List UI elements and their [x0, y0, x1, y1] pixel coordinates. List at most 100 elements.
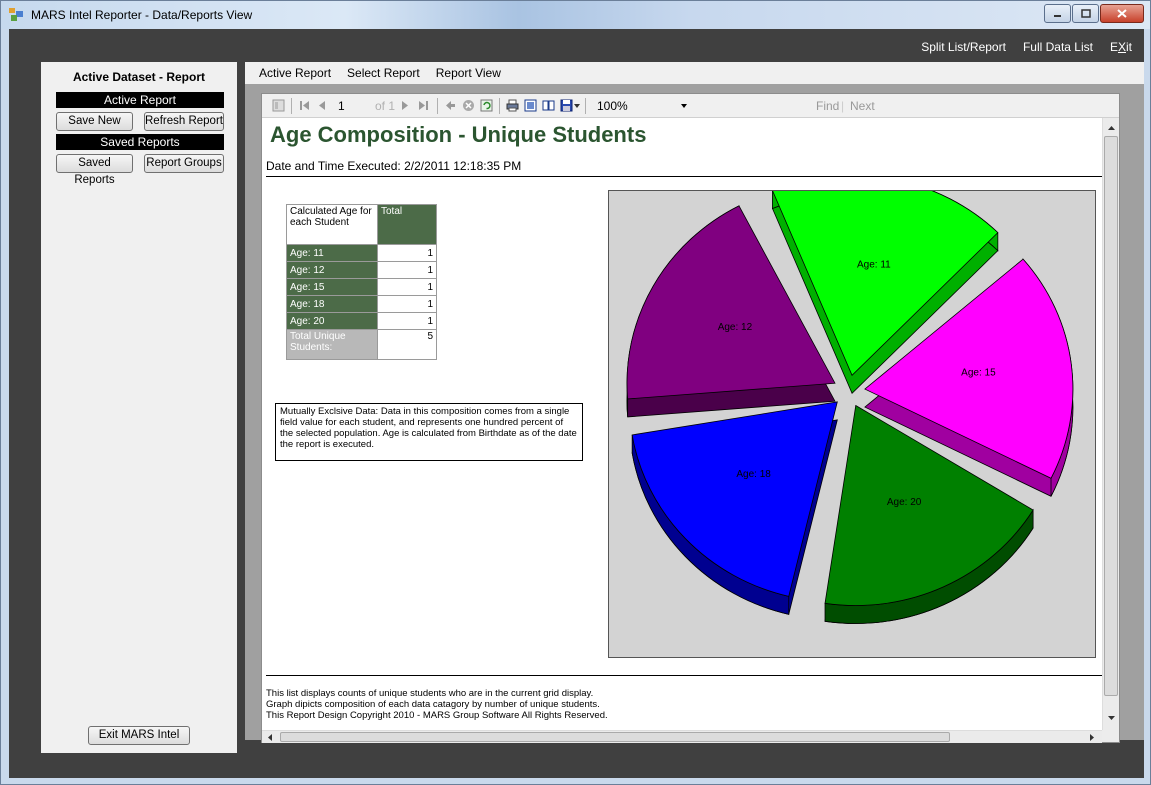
report-footer: This list displays counts of unique stud…	[266, 688, 608, 721]
pie-chart: Age: 11 Age: 15 Age: 20 Age: 18 Age: 12	[626, 174, 1074, 624]
footer-line: This Report Design Copyright 2010 - MARS…	[266, 710, 608, 721]
left-panel: Active Dataset - Report Active Report Sa…	[41, 62, 237, 753]
menu-split-list-report[interactable]: Split List/Report	[921, 40, 1006, 54]
refresh-icon[interactable]	[480, 99, 493, 112]
page-setup-icon[interactable]	[542, 99, 555, 112]
next-page-icon[interactable]	[399, 99, 412, 112]
exit-mars-intel-button[interactable]: Exit MARS Intel	[88, 726, 190, 745]
footer-line: This list displays counts of unique stud…	[266, 688, 594, 699]
zoom-value: 100%	[597, 99, 628, 113]
client-area: Split List/Report Full Data List EXit Ac…	[9, 29, 1144, 778]
pie-chart-area: Age: 11 Age: 15 Age: 20 Age: 18 Age: 12	[608, 174, 1096, 658]
table-row: Age: 18 1	[286, 295, 437, 313]
find-link[interactable]: Find	[816, 99, 839, 113]
row-value: 1	[377, 261, 437, 279]
minimize-button[interactable]	[1044, 4, 1071, 23]
previous-page-icon[interactable]	[315, 99, 328, 112]
find-next-link[interactable]: Next	[850, 99, 875, 113]
table-header-total: Total	[377, 204, 437, 245]
menu-report-view[interactable]: Report View	[436, 66, 501, 80]
maximize-icon	[1080, 9, 1091, 18]
toolbar-separator	[291, 98, 292, 114]
menu-select-report[interactable]: Select Report	[347, 66, 420, 80]
saved-reports-button[interactable]: Saved Reports	[56, 154, 133, 186]
pie-slice-label: Age: 15	[961, 368, 996, 379]
report-groups-button[interactable]: Report Groups	[144, 154, 224, 173]
scroll-left-icon[interactable]	[268, 734, 272, 741]
footer-line: Graph dipicts composition of each data c…	[266, 699, 600, 710]
vertical-scrollbar[interactable]	[1102, 118, 1119, 730]
toolbar-separator	[437, 98, 438, 114]
row-value: 1	[377, 244, 437, 262]
menu-full-data-list[interactable]: Full Data List	[1023, 40, 1093, 54]
pie-slice-label: Age: 18	[736, 469, 771, 480]
row-label: Age: 11	[286, 244, 378, 262]
stop-icon[interactable]	[462, 99, 475, 112]
toolbar-separator	[499, 98, 500, 114]
menu-exit-prefix: E	[1109, 40, 1118, 54]
row-value: 1	[377, 312, 437, 330]
scroll-right-icon[interactable]	[1090, 734, 1094, 741]
age-table: Calculated Age for each Student Total Ag…	[286, 204, 437, 360]
scroll-up-icon[interactable]	[1108, 126, 1115, 130]
row-label: Age: 20	[286, 312, 378, 330]
save-icon[interactable]	[560, 99, 573, 112]
pie-slice-label: Age: 11	[857, 259, 891, 270]
viewer-toolbar: 1 of 1 100% Find | Next	[262, 94, 1119, 118]
main-menu: Active Report Select Report Report View	[259, 66, 501, 80]
menu-exit-suffix: it	[1126, 40, 1132, 54]
menu-active-report[interactable]: Active Report	[259, 66, 331, 80]
toolbar-separator	[585, 98, 586, 114]
active-report-header: Active Report	[56, 92, 224, 108]
refresh-report-button[interactable]: Refresh Report	[144, 112, 224, 131]
app-icon	[9, 8, 23, 21]
maximize-button[interactable]	[1072, 4, 1099, 23]
row-label: Age: 15	[286, 278, 378, 296]
total-value: 5	[377, 329, 437, 360]
save-new-button[interactable]: Save New	[56, 112, 133, 131]
print-icon[interactable]	[506, 99, 519, 112]
zoom-dropdown-icon	[681, 104, 687, 108]
document-map-icon[interactable]	[272, 99, 285, 112]
horizontal-scrollbar[interactable]	[262, 730, 1102, 743]
close-button[interactable]	[1100, 4, 1144, 23]
total-label: Total Unique Students:	[286, 329, 378, 360]
table-header-row: Calculated Age for each Student Total	[286, 204, 437, 245]
menu-exit[interactable]: EXit	[1110, 40, 1132, 54]
find-separator: |	[841, 99, 845, 113]
menu-exit-mnemonic: X	[1117, 40, 1126, 54]
table-total-row: Total Unique Students: 5	[286, 329, 437, 360]
table-row: Age: 20 1	[286, 312, 437, 330]
title-bar[interactable]: MARS Intel Reporter - Data/Reports View	[1, 1, 1150, 29]
row-label: Age: 12	[286, 261, 378, 279]
zoom-select[interactable]: 100%	[593, 97, 693, 115]
pie-slice	[631, 401, 838, 597]
page-count: of 1	[375, 99, 396, 113]
save-dropdown-icon[interactable]	[574, 104, 580, 108]
last-page-icon[interactable]	[417, 99, 430, 112]
row-value: 1	[377, 278, 437, 296]
report-viewer-area: 1 of 1 100% Find | Next Age Composition …	[245, 84, 1144, 743]
vertical-scroll-thumb[interactable]	[1104, 136, 1118, 696]
header-divider	[266, 176, 1102, 177]
scroll-down-icon[interactable]	[1108, 716, 1115, 720]
report-page: Age Composition - Unique Students Date a…	[262, 118, 1102, 730]
print-layout-icon[interactable]	[524, 99, 537, 112]
page-number-input[interactable]: 1	[338, 99, 345, 113]
report-viewer: 1 of 1 100% Find | Next Age Composition …	[261, 93, 1120, 743]
app-window: MARS Intel Reporter - Data/Reports View …	[0, 0, 1151, 785]
table-row: Age: 15 1	[286, 278, 437, 296]
back-icon[interactable]	[444, 99, 457, 112]
row-value: 1	[377, 295, 437, 313]
horizontal-scroll-thumb[interactable]	[280, 732, 950, 742]
window-title: MARS Intel Reporter - Data/Reports View	[31, 8, 253, 22]
first-page-icon[interactable]	[298, 99, 311, 112]
report-title: Age Composition - Unique Students	[270, 122, 647, 147]
table-row: Age: 11 1	[286, 244, 437, 262]
close-icon	[1117, 9, 1127, 18]
row-label: Age: 18	[286, 295, 378, 313]
table-row: Age: 12 1	[286, 261, 437, 279]
pie-slice-label: Age: 20	[887, 497, 922, 508]
top-menu: Split List/Report Full Data List EXit	[921, 40, 1132, 54]
report-subtitle: Date and Time Executed: 2/2/2011 12:18:3…	[266, 159, 522, 173]
